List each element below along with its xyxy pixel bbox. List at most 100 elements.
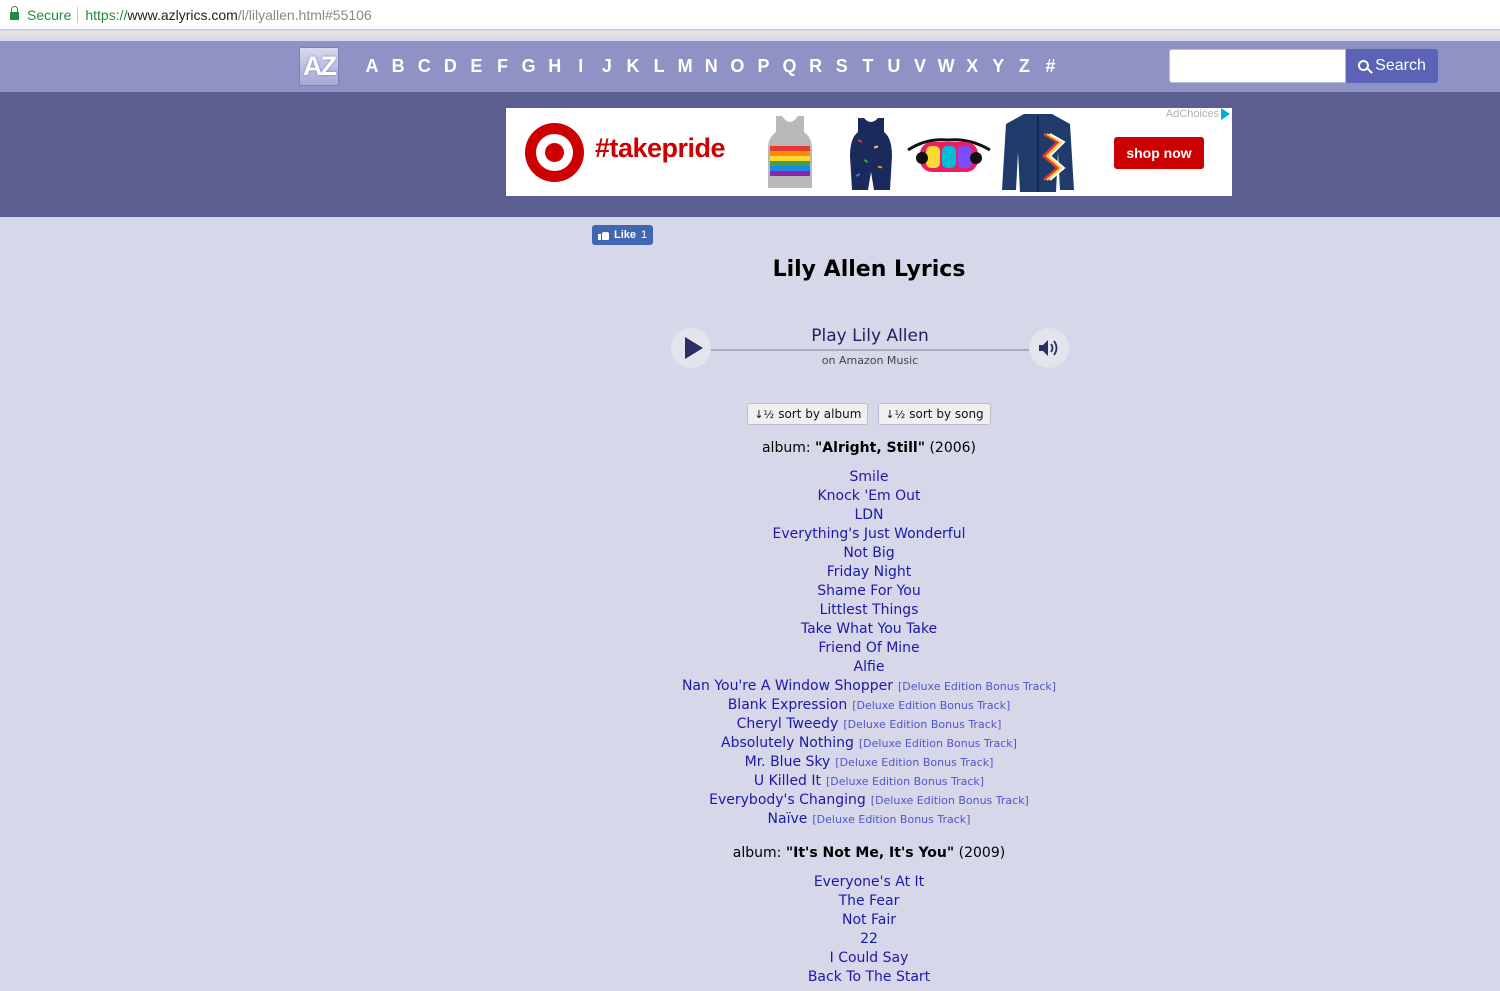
song-item: Blank Expression [Deluxe Edition Bonus Tr…	[0, 696, 1500, 715]
target-ad-banner[interactable]: AdChoices #takepride shop now	[506, 108, 1232, 196]
song-item: Alfie	[0, 658, 1500, 677]
like-count: 1	[641, 229, 648, 241]
letter-link[interactable]: S	[829, 56, 855, 77]
song-link[interactable]: Blank Expression	[728, 697, 848, 713]
sort-icon: ↓½	[885, 407, 906, 421]
address-bar[interactable]: Secure https://www.azlyrics.com/l/lilyal…	[0, 0, 1500, 30]
letter-link[interactable]: R	[803, 56, 829, 77]
song-link[interactable]: Shame For You	[817, 583, 921, 599]
play-button[interactable]	[671, 328, 711, 368]
lock-icon	[10, 6, 19, 20]
search-icon	[1358, 59, 1370, 71]
song-link[interactable]: Everybody's Changing	[709, 792, 866, 808]
letter-link[interactable]: Z	[1011, 56, 1037, 77]
letter-link[interactable]: X	[959, 56, 985, 77]
song-list: Smile Knock 'Em Out LDN Everything's Just W…	[0, 468, 1500, 829]
song-link[interactable]: Back To The Start	[808, 969, 930, 985]
letter-link[interactable]: U	[881, 56, 907, 77]
album-header: album: "It's Not Me, It's You" (2009)	[0, 845, 1500, 861]
song-link[interactable]: Knock 'Em Out	[817, 488, 920, 504]
song-item: Take What You Take	[0, 620, 1500, 639]
fanny-pack-image	[907, 138, 991, 172]
url-path: /l/lilyallen.html#55106	[237, 6, 372, 23]
letter-link[interactable]: H	[542, 56, 568, 77]
album-name: "Alright, Still"	[815, 440, 925, 456]
letter-link[interactable]: D	[437, 56, 463, 77]
letter-link[interactable]: K	[620, 56, 646, 77]
song-link[interactable]: Not Big	[843, 545, 894, 561]
letter-link[interactable]: B	[385, 56, 411, 77]
song-link[interactable]: 22	[860, 931, 878, 947]
target-logo-icon	[525, 123, 584, 182]
song-link[interactable]: Mr. Blue Sky	[745, 754, 831, 770]
letter-link[interactable]: C	[411, 56, 437, 77]
song-item: Knock 'Em Out	[0, 487, 1500, 506]
search-button[interactable]: Search	[1346, 49, 1438, 83]
search-input[interactable]	[1169, 49, 1346, 83]
sort-by-album-button[interactable]: ↓½ sort by album	[747, 403, 869, 425]
letter-link[interactable]: A	[359, 56, 385, 77]
letter-link[interactable]: N	[698, 56, 724, 77]
sort-by-song-label: sort by song	[909, 407, 984, 421]
letter-link[interactable]: J	[594, 56, 620, 77]
song-link[interactable]: Take What You Take	[801, 621, 937, 637]
letter-link[interactable]: E	[463, 56, 489, 77]
shop-now-button[interactable]: shop now	[1114, 137, 1204, 169]
song-note: [Deluxe Edition Bonus Track]	[843, 718, 1002, 731]
sort-by-song-button[interactable]: ↓½ sort by song	[878, 403, 991, 425]
letter-link[interactable]: O	[724, 56, 750, 77]
song-link[interactable]: Everything's Just Wonderful	[772, 526, 965, 542]
letter-link[interactable]: Y	[985, 56, 1011, 77]
letter-link[interactable]: V	[907, 56, 933, 77]
player-progress-line[interactable]	[711, 349, 1029, 351]
page-title: Lily Allen Lyrics	[772, 257, 966, 282]
sort-by-album-label: sort by album	[778, 407, 862, 421]
song-link[interactable]: Alfie	[854, 659, 885, 675]
letter-link[interactable]: Q	[777, 56, 803, 77]
song-item: Not Big	[0, 544, 1500, 563]
song-link[interactable]: Friend Of Mine	[818, 640, 919, 656]
letter-link[interactable]: M	[672, 56, 698, 77]
volume-button[interactable]	[1029, 328, 1069, 368]
letter-link[interactable]: L	[646, 56, 672, 77]
song-link[interactable]: I Could Say	[830, 950, 909, 966]
song-note: [Deluxe Edition Bonus Track]	[858, 737, 1017, 750]
song-item: Back To The Start	[0, 968, 1500, 987]
letter-link[interactable]: #	[1037, 56, 1063, 77]
speaker-icon	[1039, 340, 1058, 356]
song-link[interactable]: Not Fair	[842, 912, 896, 928]
song-link[interactable]: Absolutely Nothing	[721, 735, 854, 751]
song-link[interactable]: Naïve	[768, 811, 808, 827]
player-title[interactable]: Play Lily Allen	[711, 326, 1029, 346]
song-link[interactable]: Friday Night	[827, 564, 912, 580]
letter-link[interactable]: I	[568, 56, 594, 77]
song-link[interactable]: Littlest Things	[820, 602, 919, 618]
letter-link[interactable]: G	[516, 56, 542, 77]
song-item: LDN	[0, 506, 1500, 525]
letter-link[interactable]: W	[933, 56, 959, 77]
song-link[interactable]: The Fear	[839, 893, 900, 909]
toolbar-shadow	[0, 31, 1500, 41]
song-item: Not Fair	[0, 911, 1500, 930]
facebook-like-button[interactable]: Like 1	[592, 225, 654, 245]
secure-label: Secure	[27, 6, 72, 23]
romper-image	[850, 118, 892, 190]
letter-link[interactable]: F	[489, 56, 515, 77]
song-link[interactable]: Nan You're A Window Shopper	[682, 678, 893, 694]
song-link[interactable]: Everyone's At It	[814, 874, 924, 890]
song-link[interactable]: Cheryl Tweedy	[737, 716, 839, 732]
song-item: Mr. Blue Sky [Deluxe Edition Bonus Track]	[0, 753, 1500, 772]
album-year: (2009)	[954, 845, 1006, 861]
top-navigation: AZ A B C D E F G H I J K L M N O P Q R S T U V W X Y Z # Search	[0, 41, 1500, 92]
letter-link[interactable]: P	[750, 56, 776, 77]
song-link[interactable]: Smile	[850, 469, 889, 485]
album-prefix: album:	[761, 440, 816, 456]
play-icon	[684, 337, 703, 359]
song-item: U Killed It [Deluxe Edition Bonus Track]	[0, 772, 1500, 791]
song-note: [Deluxe Edition Bonus Track]	[826, 775, 985, 788]
song-link[interactable]: U Killed It	[754, 773, 821, 789]
adchoices-link[interactable]: AdChoices	[1166, 108, 1230, 120]
azlyrics-logo[interactable]: AZ	[299, 47, 339, 86]
letter-link[interactable]: T	[855, 56, 881, 77]
song-link[interactable]: LDN	[854, 507, 883, 523]
